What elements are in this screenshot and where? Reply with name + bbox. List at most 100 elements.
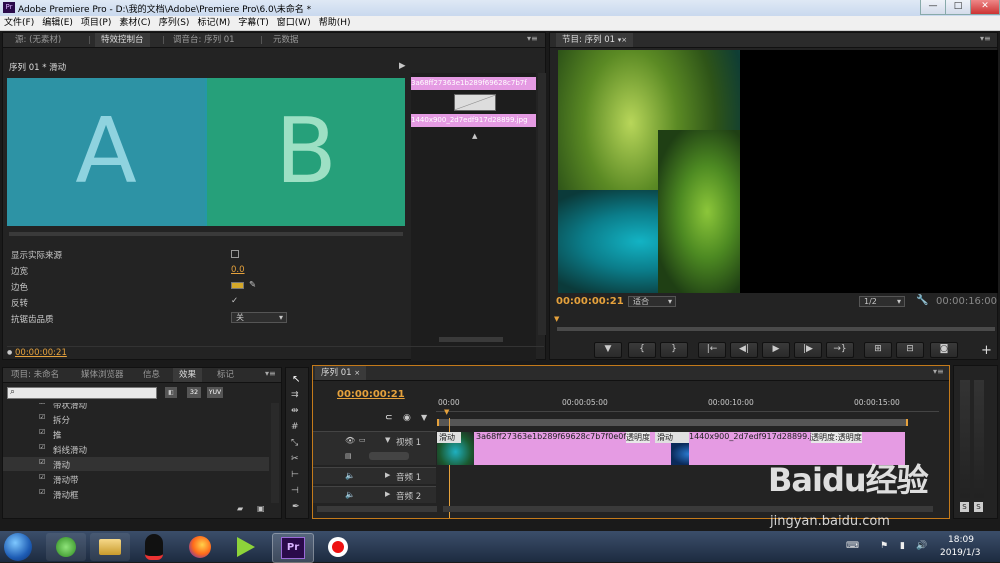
- program-scrubber[interactable]: [556, 326, 996, 332]
- antialias-select[interactable]: 关 ▾: [231, 312, 287, 323]
- taskbar-premiere-icon[interactable]: Pr: [272, 533, 314, 563]
- list-item[interactable]: ☑带状滑动: [3, 403, 269, 411]
- menu-window[interactable]: 窗口(W): [273, 16, 315, 31]
- tab-effects[interactable]: 效果: [173, 368, 203, 382]
- video-clip-1[interactable]: 3a68ff27363e1b289f69628c7b7f0e0f.jpg 透明度: [474, 432, 671, 465]
- lock-icon[interactable]: ▭: [359, 436, 366, 444]
- tab-source[interactable]: 源: (无素材): [9, 33, 67, 47]
- zoom-slider[interactable]: [317, 506, 437, 512]
- add-marker-icon[interactable]: ▼: [421, 413, 427, 422]
- display-style-icon[interactable]: ▤: [345, 452, 352, 460]
- taskbar-firefox-icon[interactable]: [180, 533, 220, 561]
- menu-help[interactable]: 帮助(H): [315, 16, 355, 31]
- work-area-bar[interactable]: [437, 419, 908, 426]
- tab-info[interactable]: 信息: [137, 368, 166, 382]
- tab-program[interactable]: 节目: 序列 01 ▾×: [556, 33, 634, 47]
- tab-effect-controls[interactable]: 特效控制台: [95, 33, 150, 47]
- mark-in-button[interactable]: {: [628, 342, 656, 358]
- transition-label[interactable]: 滑动: [437, 432, 461, 443]
- menu-clip[interactable]: 素材(C): [115, 16, 154, 31]
- solo-left-button[interactable]: S: [960, 502, 969, 512]
- tab-audio-mixer[interactable]: 调音台: 序列 01: [167, 33, 241, 47]
- add-marker-button[interactable]: ▼: [594, 342, 622, 358]
- menu-sequence[interactable]: 序列(S): [155, 16, 194, 31]
- track-select-tool-icon[interactable]: ⇉: [291, 390, 299, 400]
- effects-scrollbar[interactable]: [271, 403, 279, 503]
- pen-tool-icon[interactable]: ✒: [292, 502, 300, 512]
- menu-file[interactable]: 文件(F): [0, 16, 38, 31]
- marker-set-icon[interactable]: ◉: [403, 413, 411, 423]
- step-back-button[interactable]: ◀|: [730, 342, 758, 358]
- tab-sequence[interactable]: 序列 01 ×: [315, 366, 367, 380]
- effects-search-input[interactable]: ⌕: [7, 387, 157, 399]
- list-item-selected[interactable]: ☑ 滑动: [3, 457, 269, 471]
- menu-edit[interactable]: 编辑(E): [38, 16, 77, 31]
- menu-marker[interactable]: 标记(M): [193, 16, 234, 31]
- show-source-checkbox[interactable]: [231, 250, 239, 258]
- fit-select[interactable]: 适合 ▾: [628, 296, 676, 307]
- program-playhead-icon[interactable]: ▼: [554, 315, 559, 323]
- taskbar-360-icon[interactable]: [46, 533, 86, 561]
- slide-tool-icon[interactable]: ⊣: [291, 486, 299, 496]
- timeline-menu-icon[interactable]: ▾≡: [933, 367, 944, 376]
- quality-select[interactable]: 1/2 ▾: [859, 296, 905, 307]
- menu-title[interactable]: 字幕(T): [234, 16, 273, 31]
- clip1-opacity[interactable]: 透明度: [626, 432, 650, 443]
- mini-transition[interactable]: [454, 94, 496, 111]
- speaker-icon[interactable]: 🔈: [345, 490, 355, 499]
- tray-network-icon[interactable]: ▮: [900, 541, 905, 551]
- expand-icon[interactable]: ▶: [385, 490, 390, 498]
- taskbar-media-icon[interactable]: [226, 533, 266, 561]
- clock-time[interactable]: 18:09: [948, 535, 974, 545]
- start-button[interactable]: [4, 533, 32, 561]
- rate-stretch-tool-icon[interactable]: ⤡: [291, 438, 298, 448]
- clock-date[interactable]: 2019/1/3: [940, 548, 980, 558]
- preview-scrollbar[interactable]: [9, 232, 403, 236]
- timeline-scrollbar[interactable]: [443, 506, 933, 512]
- menu-project[interactable]: 项目(P): [77, 16, 115, 31]
- panel-menu-icon[interactable]: ▾≡: [527, 34, 538, 43]
- list-item[interactable]: ☑ 滑动框: [3, 487, 269, 501]
- eye-icon[interactable]: 👁: [345, 436, 355, 445]
- extract-button[interactable]: ⊟: [896, 342, 924, 358]
- keyframe-nav[interactable]: [369, 452, 409, 460]
- wrench-icon[interactable]: 🔧: [916, 295, 928, 306]
- slip-tool-icon[interactable]: ⊢: [291, 470, 299, 480]
- step-forward-button[interactable]: |▶: [794, 342, 822, 358]
- 32bit-filter-button[interactable]: 32: [187, 387, 201, 398]
- collapse-icon[interactable]: ▼: [385, 436, 390, 444]
- yuv-filter-button[interactable]: YUV: [207, 387, 223, 398]
- mini-clip-b[interactable]: 1440x900_2d7edf917d28899.jpg: [411, 114, 536, 127]
- go-to-in-button[interactable]: |←: [698, 342, 726, 358]
- eyedropper-icon[interactable]: ✎: [249, 280, 256, 290]
- taskbar-explorer-icon[interactable]: [90, 533, 130, 561]
- transition-label-2[interactable]: 滑动: [655, 432, 689, 443]
- tray-keyboard-icon[interactable]: ⌨: [846, 541, 859, 551]
- tray-flag-icon[interactable]: ⚑: [880, 541, 888, 551]
- list-item[interactable]: ☑ 拆分: [3, 412, 269, 426]
- taskbar-recorder-icon[interactable]: [318, 533, 358, 561]
- list-item[interactable]: ☑ 斜线滑动: [3, 442, 269, 456]
- snap-icon[interactable]: ⊂: [385, 413, 393, 423]
- border-width-value[interactable]: 0.0: [231, 265, 245, 275]
- expand-arrow-icon[interactable]: ▶: [399, 61, 406, 71]
- mini-clip-a[interactable]: 3a68ff27363e1b289f69628c7b7f: [411, 77, 536, 90]
- program-timecode[interactable]: 00:00:00:21: [556, 296, 624, 307]
- timeline-ruler[interactable]: 00:00 00:00:05:00 00:00:10:00 00:00:15:0…: [436, 398, 939, 412]
- list-item[interactable]: ☑ 滑动带: [3, 472, 269, 486]
- border-color-swatch[interactable]: [231, 282, 244, 289]
- properties-scrollbar[interactable]: [538, 73, 546, 335]
- minimize-button[interactable]: —: [920, 0, 946, 15]
- ripple-edit-tool-icon[interactable]: ⇹: [291, 406, 299, 416]
- tab-markers[interactable]: 标记: [211, 368, 240, 382]
- razor-tool-icon[interactable]: ✂: [291, 454, 299, 464]
- speaker-icon[interactable]: 🔈: [345, 471, 355, 480]
- timeline-timecode[interactable]: 00:00:00:21: [337, 389, 405, 400]
- solo-right-button[interactable]: S: [974, 502, 983, 512]
- program-menu-icon[interactable]: ▾≡: [980, 34, 991, 43]
- new-bin-icon[interactable]: ▰: [237, 504, 243, 513]
- taskbar-qq-icon[interactable]: [134, 533, 174, 561]
- rolling-edit-tool-icon[interactable]: #: [291, 422, 299, 432]
- go-to-out-button[interactable]: →}: [826, 342, 854, 358]
- expand-icon[interactable]: ▶: [385, 471, 390, 479]
